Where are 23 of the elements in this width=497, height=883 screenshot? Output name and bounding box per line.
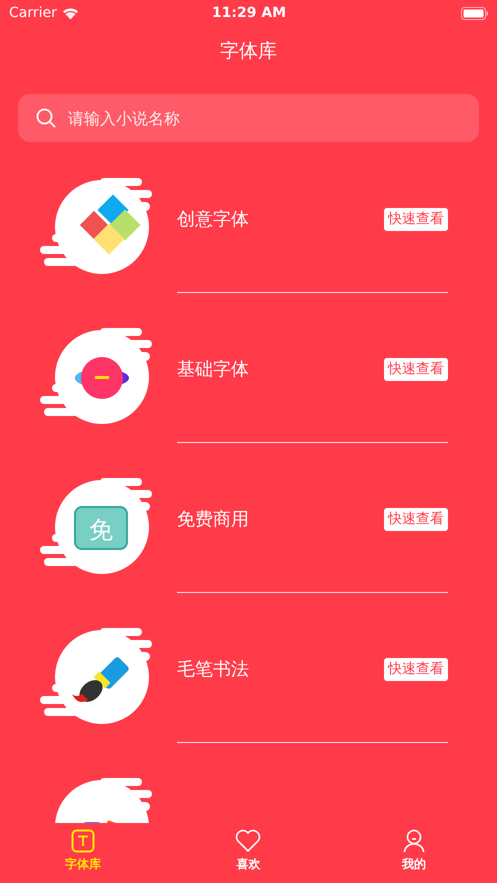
page-title: 字体库 bbox=[220, 39, 277, 64]
tab-item[interactable]: 字体库 bbox=[0, 823, 166, 883]
text-icon bbox=[70, 829, 95, 853]
person-icon bbox=[402, 829, 426, 853]
carrier-label: Carrier bbox=[9, 5, 57, 21]
quick-view-button[interactable]: 快速查看 bbox=[384, 508, 448, 530]
search-icon bbox=[36, 108, 56, 128]
quick-view-button[interactable]: 快速查看 bbox=[384, 658, 448, 680]
quick-view-button[interactable]: 快速查看 bbox=[384, 358, 448, 380]
tab-item[interactable]: 我的 bbox=[331, 823, 497, 883]
wifi-icon bbox=[62, 6, 79, 20]
brush-icon bbox=[40, 628, 152, 724]
quick-view-button[interactable]: 快速查看 bbox=[384, 208, 448, 230]
puzzle-icon bbox=[40, 178, 152, 274]
tab-item[interactable]: 喜欢 bbox=[166, 823, 332, 883]
heart-icon bbox=[235, 829, 262, 853]
category-name: 基础字体 bbox=[177, 358, 249, 381]
ball-icon bbox=[40, 328, 152, 424]
battery-icon bbox=[461, 6, 489, 20]
category-name: 毛笔书法 bbox=[177, 658, 249, 681]
clock-time: 11:29 AM bbox=[212, 5, 286, 21]
category-name: 创意字体 bbox=[177, 208, 249, 231]
category-name: 免费商用 bbox=[177, 508, 249, 531]
